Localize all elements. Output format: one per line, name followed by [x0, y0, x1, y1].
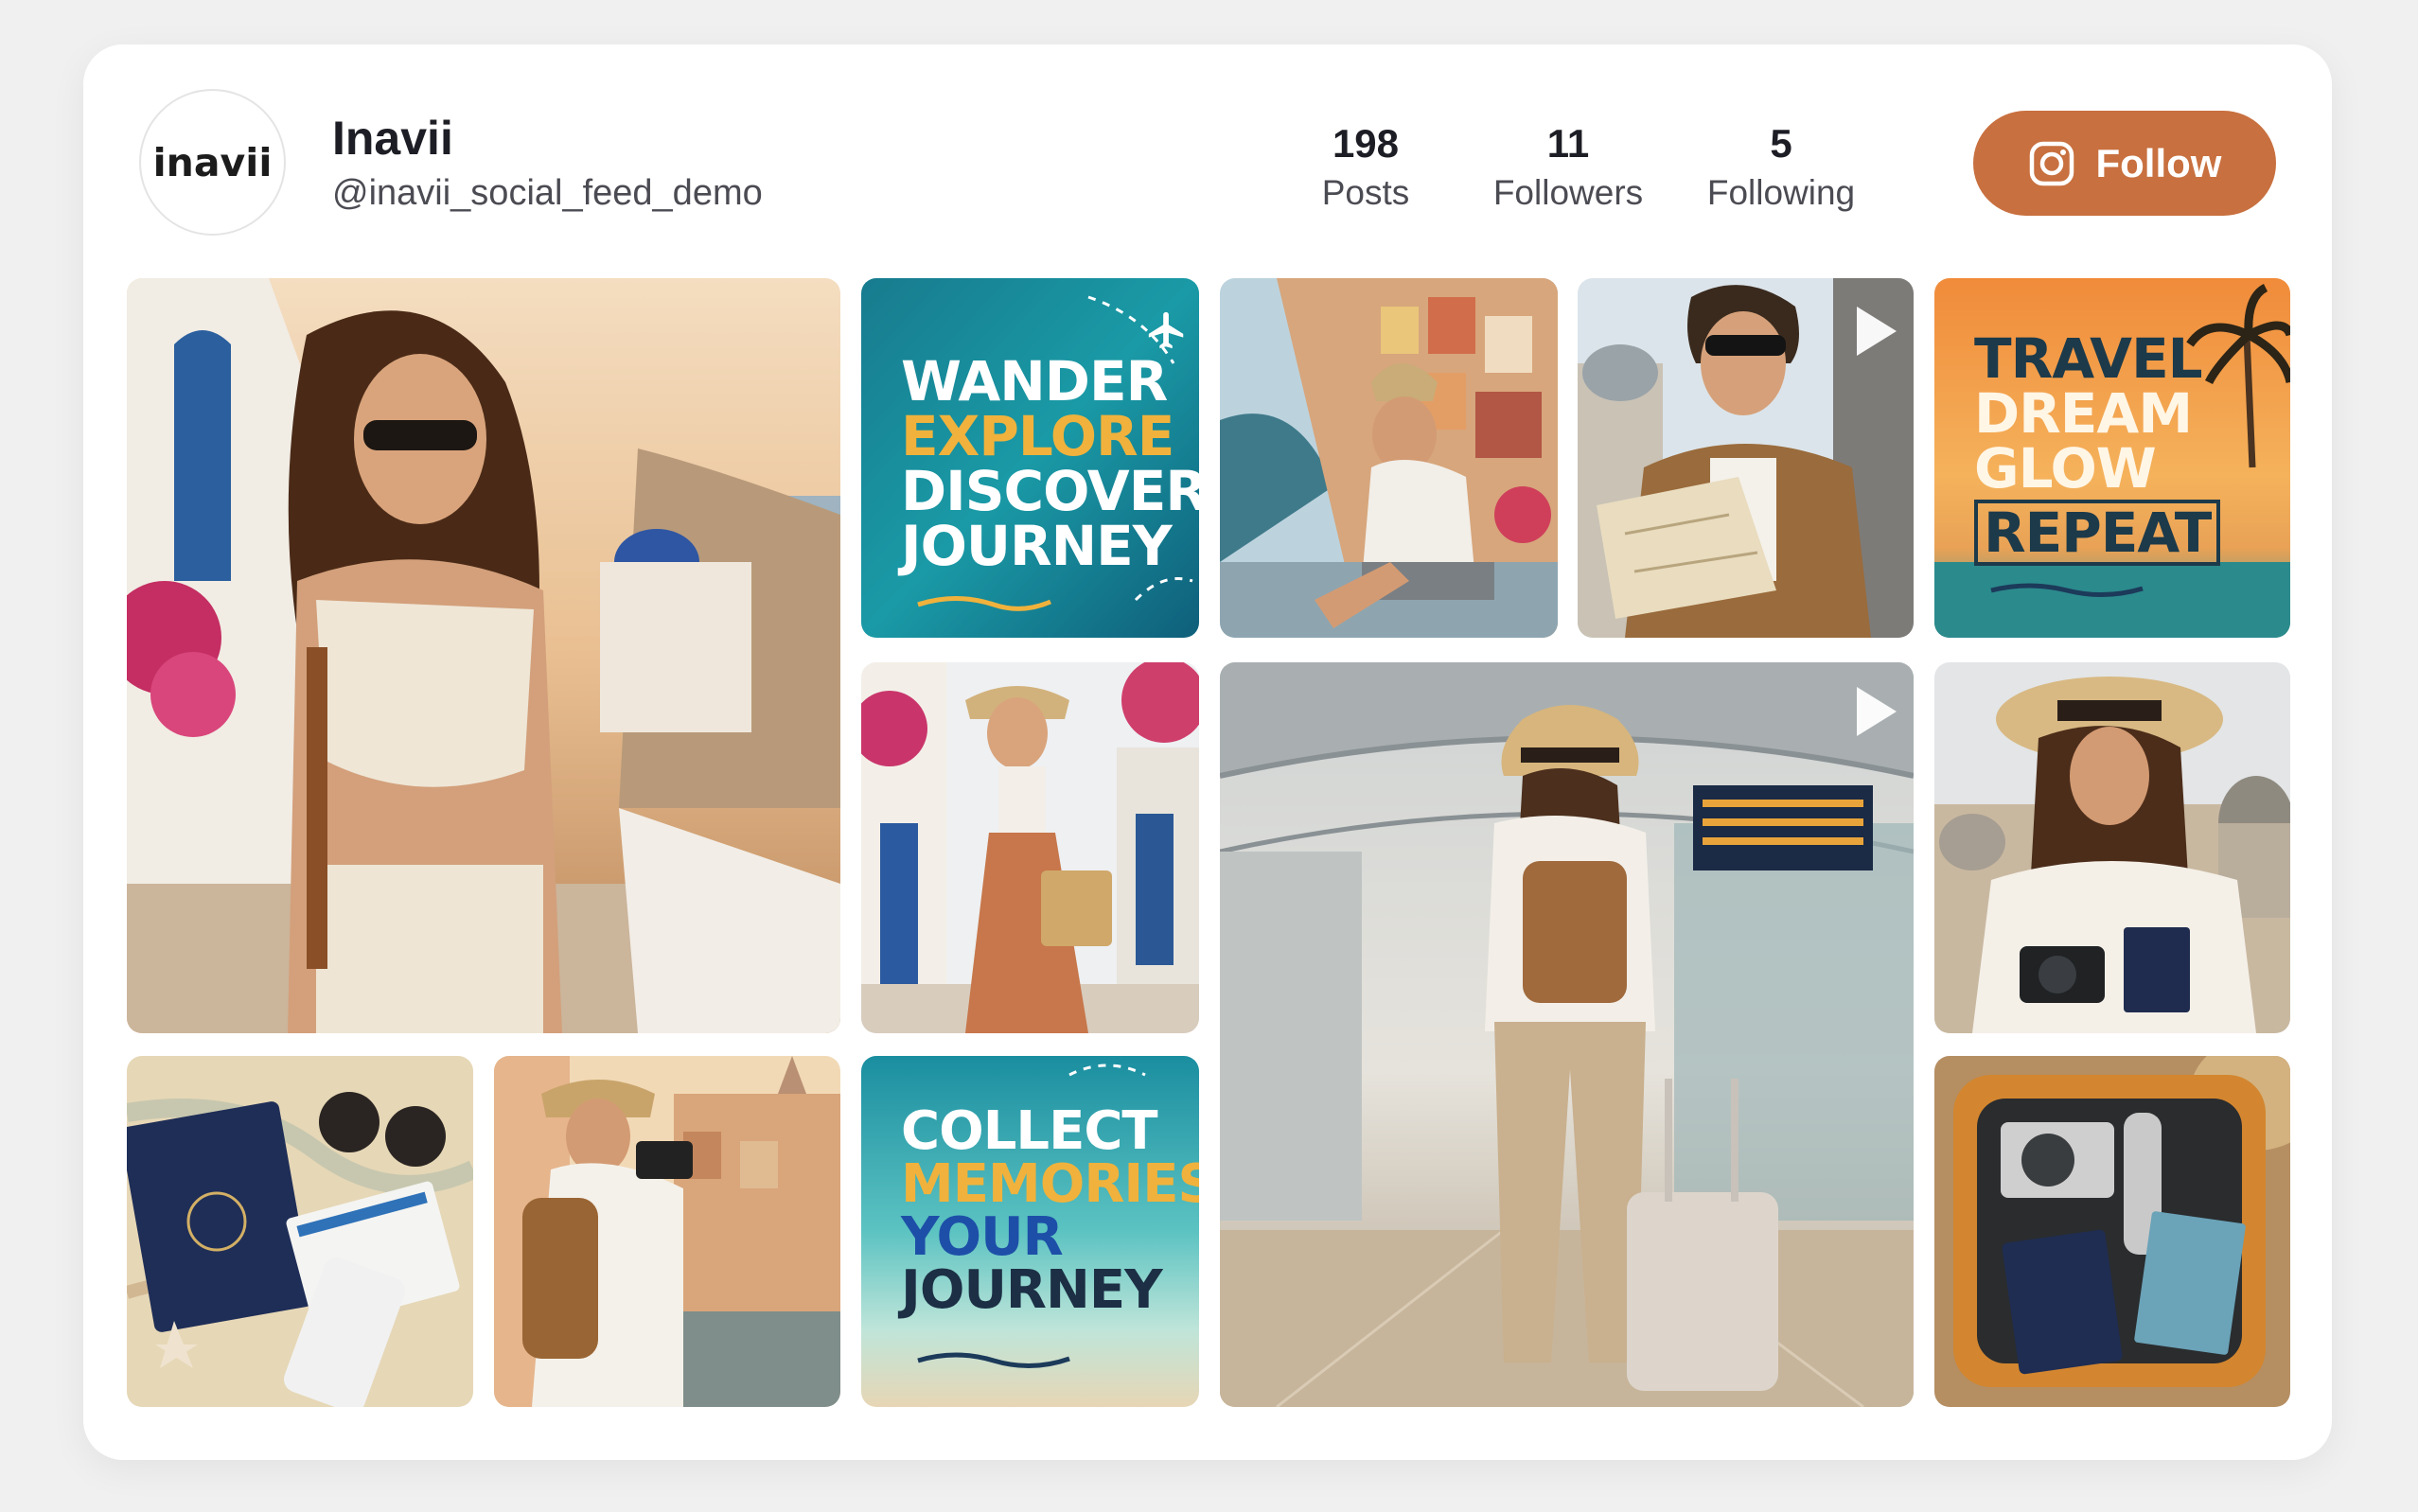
- quote-line: DREAM: [1974, 381, 2193, 446]
- quote-line: WANDER: [901, 349, 1168, 413]
- stat-following: 5 Following: [1668, 119, 1895, 216]
- avatar-logo-text: inavii: [152, 139, 273, 185]
- stat-following-value: 5: [1770, 121, 1792, 166]
- follow-button[interactable]: Follow: [1973, 111, 2276, 216]
- quote-line: JOURNEY: [901, 1259, 1163, 1321]
- photo-passport-flatlay: [127, 1056, 473, 1407]
- photo-packed-bag: [1934, 1056, 2290, 1407]
- instagram-icon: [2029, 141, 2074, 185]
- stat-posts: 198 Posts: [1252, 119, 1479, 216]
- stat-followers-value: 11: [1546, 121, 1590, 166]
- feed-post-camera-passport[interactable]: [1934, 662, 2290, 1033]
- feed-post-santorini-woman[interactable]: [127, 278, 840, 1033]
- quote-line: REPEAT: [1974, 500, 2221, 566]
- feed-post-quote-travel[interactable]: TRAVEL DREAM GLOW REPEAT: [1934, 278, 2290, 638]
- photo-camera-passport: [1934, 662, 2290, 1033]
- feed-post-venice-photographer[interactable]: [494, 1056, 840, 1407]
- feed-post-quote-collect[interactable]: COLLECT MEMORIES YOUR JOURNEY: [861, 1056, 1199, 1407]
- photo-airport-traveler: [1220, 662, 1914, 1407]
- photo-cliff-village: [1220, 278, 1558, 638]
- photo-venice-photographer: [494, 1056, 840, 1407]
- quote-line: GLOW: [1974, 436, 2157, 501]
- feed-post-man-map-video[interactable]: [1578, 278, 1914, 638]
- feed-post-quote-wander[interactable]: WANDER EXPLORE DISCOVER JOURNEY: [861, 278, 1199, 638]
- profile-avatar[interactable]: inavii: [139, 89, 286, 236]
- feed-post-packed-bag[interactable]: [1934, 1056, 2290, 1407]
- quote-travel-text: TRAVEL DREAM GLOW REPEAT: [1974, 326, 2221, 566]
- stat-followers-label: Followers: [1492, 173, 1644, 212]
- feed-post-alley-basket[interactable]: [861, 662, 1199, 1033]
- photo-alley-basket: [861, 662, 1199, 1033]
- quote-line: JOURNEY: [901, 514, 1173, 578]
- follow-button-label: Follow: [2095, 140, 2222, 185]
- airplane-icon: [1148, 311, 1184, 349]
- quote-line: DISCOVER: [901, 459, 1199, 523]
- feed-post-cliff-village[interactable]: [1220, 278, 1558, 638]
- video-play-icon: [1857, 307, 1897, 356]
- quote-line: EXPLORE: [901, 404, 1174, 468]
- stat-posts-value: 198: [1332, 121, 1400, 166]
- profile-name: Inavii: [332, 112, 453, 165]
- profile-handle: @inavii_social_feed_demo: [332, 173, 763, 213]
- quote-line: COLLECT: [901, 1100, 1158, 1162]
- stat-followers: 11 Followers: [1455, 119, 1682, 216]
- feed-post-passport-flatlay[interactable]: [127, 1056, 473, 1407]
- quote-collect-text: COLLECT MEMORIES YOUR JOURNEY: [901, 1105, 1199, 1317]
- quote-line: TRAVEL: [1974, 326, 2203, 391]
- quote-line: MEMORIES: [901, 1153, 1199, 1215]
- stat-posts-label: Posts: [1321, 173, 1410, 212]
- quote-line: YOUR: [901, 1206, 1064, 1268]
- feed-post-airport-video[interactable]: [1220, 662, 1914, 1407]
- photo-santorini-woman: [127, 278, 840, 1033]
- stat-following-label: Following: [1706, 173, 1856, 212]
- video-play-icon: [1857, 687, 1897, 736]
- quote-wander-text: WANDER EXPLORE DISCOVER JOURNEY: [901, 354, 1199, 573]
